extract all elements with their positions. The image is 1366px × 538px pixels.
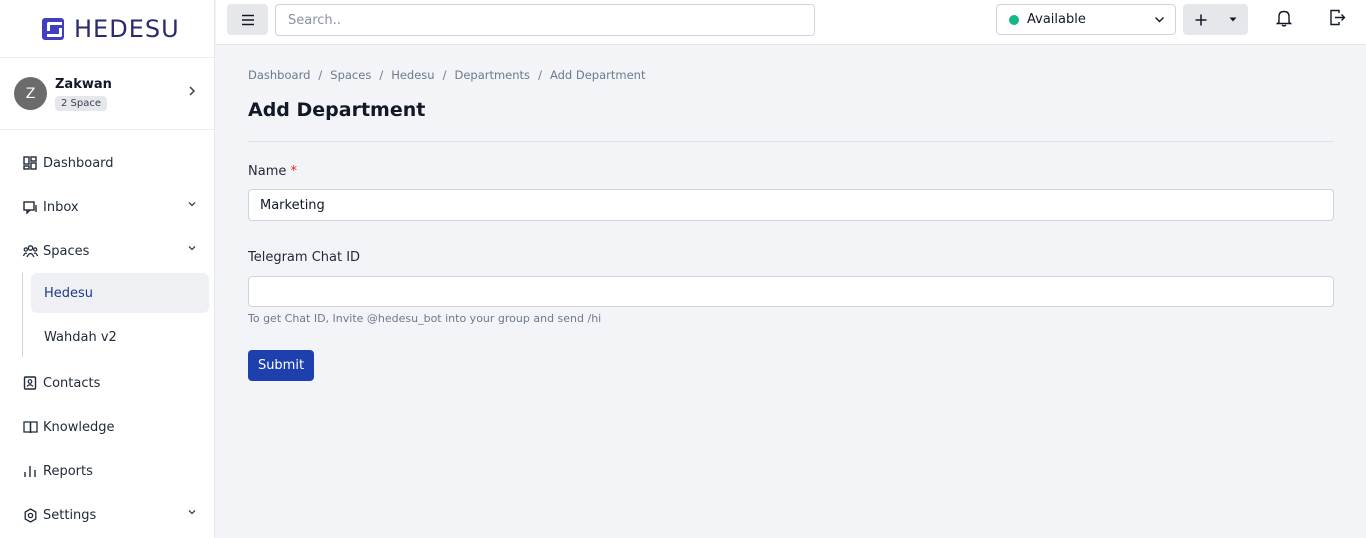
telegram-chat-id-label: Telegram Chat ID: [248, 250, 361, 265]
required-marker: *: [290, 164, 298, 179]
plus-icon: [1195, 14, 1207, 25]
breadcrumb-separator: /: [442, 68, 447, 82]
chevron-down-icon: [188, 202, 196, 207]
notifications-button[interactable]: [1275, 9, 1293, 31]
caret-down-icon: [1229, 17, 1237, 22]
gear-icon: [22, 507, 38, 523]
breadcrumb-separator: /: [538, 68, 542, 82]
brand-name: HEDESU: [74, 14, 180, 43]
bell-icon: [1275, 10, 1293, 27]
sidebar-subitem-hedesu[interactable]: Hedesu: [31, 273, 209, 313]
chevron-right-icon: [189, 86, 196, 96]
user-name: Zakwan: [55, 76, 112, 92]
add-department-form: Name * Telegram Chat ID To get Chat ID, …: [248, 164, 1334, 381]
breadcrumb-departments[interactable]: Departments: [454, 68, 530, 82]
sidebar-item-dashboard[interactable]: Dashboard: [0, 141, 214, 185]
spaces-submenu: Hedesu Wahdah v2: [22, 273, 214, 357]
brand[interactable]: HEDESU: [0, 0, 214, 57]
sidebar-item-inbox[interactable]: Inbox: [0, 185, 214, 229]
chevron-down-icon: [188, 246, 196, 251]
book-icon: [22, 419, 38, 435]
sidebar-item-settings[interactable]: Settings: [0, 493, 214, 537]
name-field[interactable]: [248, 189, 1334, 221]
availability-label: Available: [1027, 12, 1086, 27]
inbox-icon: [22, 199, 38, 215]
page-title: Add Department: [248, 99, 426, 121]
breadcrumb-spaces[interactable]: Spaces: [330, 68, 371, 82]
brand-logo-icon: [42, 17, 64, 40]
dashboard-icon: [22, 155, 38, 171]
sidebar-item-label: Dashboard: [43, 155, 114, 171]
telegram-hint: To get Chat ID, Invite @hedesu_bot into …: [248, 312, 602, 325]
sidebar-item-label: Spaces: [43, 243, 90, 259]
space-count-badge: 2 Space: [55, 95, 108, 111]
add-button[interactable]: [1183, 4, 1219, 35]
logout-icon: [1330, 9, 1346, 26]
breadcrumb-hedesu[interactable]: Hedesu: [391, 68, 434, 82]
contacts-icon: [22, 375, 38, 391]
breadcrumb-separator: /: [379, 68, 384, 82]
logout-button[interactable]: [1329, 9, 1346, 30]
main-content: Dashboard / Spaces / Hedesu / Department…: [248, 45, 1334, 381]
bar-chart-icon: [22, 463, 38, 479]
sidebar-subitem-wahdah-v2[interactable]: Wahdah v2: [31, 317, 209, 357]
chevron-down-icon: [1155, 17, 1164, 23]
topbar: Available: [216, 0, 1366, 45]
status-dot: [1009, 14, 1019, 25]
telegram-chat-id-field[interactable]: [248, 276, 1334, 307]
add-button-group: [1183, 4, 1248, 35]
breadcrumb-dashboard[interactable]: Dashboard: [248, 68, 310, 82]
sidebar-item-label: Reports: [43, 463, 93, 479]
users-icon: [22, 243, 38, 259]
add-dropdown-toggle[interactable]: [1219, 4, 1247, 35]
menu-toggle-button[interactable]: [227, 4, 268, 35]
sidebar-item-label: Settings: [43, 507, 97, 523]
name-label: Name *: [248, 164, 297, 179]
divider: [248, 141, 1334, 142]
sidebar-item-contacts[interactable]: Contacts: [0, 361, 214, 405]
sidebar-item-knowledge[interactable]: Knowledge: [0, 405, 214, 449]
submit-button[interactable]: Submit: [248, 350, 314, 381]
sidebar-item-label: Contacts: [43, 375, 101, 391]
name-label-text: Name: [248, 164, 287, 179]
breadcrumb-current: Add Department: [549, 68, 646, 82]
availability-select[interactable]: Available: [996, 4, 1176, 35]
search-input[interactable]: [275, 4, 815, 36]
hamburger-icon: [241, 14, 254, 25]
sidebar: HEDESU Z Zakwan 2 Space Dashboard Inbox: [0, 0, 215, 538]
sidebar-item-label: Inbox: [43, 199, 79, 215]
chevron-down-icon: [188, 510, 196, 515]
avatar: Z: [14, 77, 47, 110]
sidebar-item-spaces[interactable]: Spaces: [0, 229, 214, 273]
sidebar-item-reports[interactable]: Reports: [0, 449, 214, 493]
breadcrumb: Dashboard / Spaces / Hedesu / Department…: [248, 68, 1334, 82]
user-switcher[interactable]: Z Zakwan 2 Space: [0, 57, 214, 130]
breadcrumb-separator: /: [318, 68, 323, 82]
sidebar-item-label: Knowledge: [43, 419, 115, 435]
sidebar-nav: Dashboard Inbox Spaces Hedesu Wahdah v2 …: [0, 130, 214, 537]
